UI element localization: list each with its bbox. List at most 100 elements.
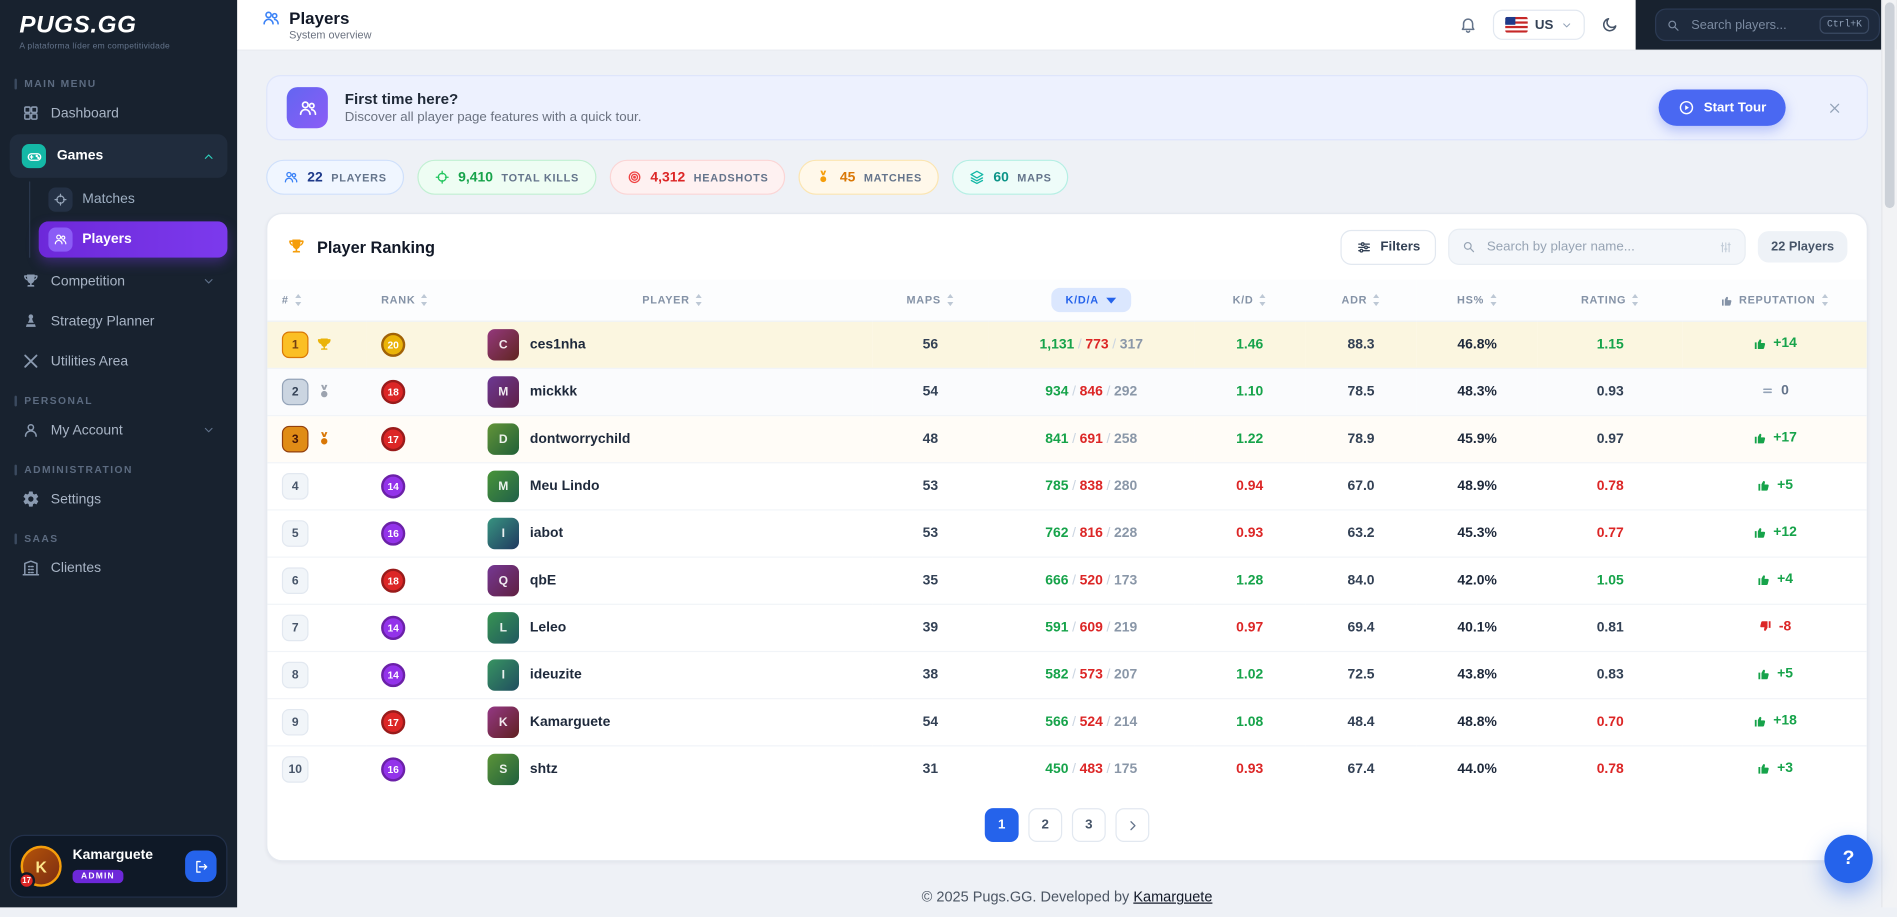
kd-cell: 0.97 [1194, 604, 1305, 651]
adr-cell: 69.4 [1305, 604, 1416, 651]
sidebar-item-clientes[interactable]: Clientes [10, 549, 228, 587]
table-row[interactable]: 1 20 C ces1nha 56 1,131/773/317 1.46 88.… [267, 321, 1866, 368]
players-icon [297, 97, 318, 118]
col-player[interactable]: PLAYER [473, 279, 872, 321]
page-button-3[interactable]: 3 [1072, 808, 1106, 842]
locale-selector[interactable]: US [1493, 10, 1585, 40]
reputation-value: +3 [1777, 760, 1793, 775]
col-reputation[interactable]: REPUTATION [1683, 279, 1867, 321]
sort-icon [1372, 294, 1380, 306]
col-hs[interactable]: HS% [1417, 279, 1538, 321]
filters-button[interactable]: Filters [1340, 229, 1436, 264]
help-button[interactable]: ? [1824, 835, 1872, 883]
logout-button[interactable] [185, 850, 216, 881]
stat-label: TOTAL KILLS [501, 171, 579, 183]
user-card[interactable]: K 17 Kamarguete ADMIN [10, 835, 228, 898]
start-tour-button[interactable]: Start Tour [1659, 90, 1786, 126]
reputation-cell: +4 [1757, 572, 1793, 587]
rating-cell: 1.05 [1538, 557, 1683, 604]
player-name[interactable]: Kamarguete [530, 715, 610, 730]
page-scrollbar[interactable] [1881, 0, 1897, 907]
rating-cell: 0.70 [1538, 699, 1683, 746]
table-row[interactable]: 4 14 M Meu Lindo 53 785/838/280 0.94 67.… [267, 463, 1866, 510]
col-position[interactable]: # [267, 279, 366, 321]
adr-cell: 72.5 [1305, 651, 1416, 698]
sidebar-item-players[interactable]: Players [39, 221, 228, 257]
player-name[interactable]: mickkk [530, 385, 577, 400]
stat-maps[interactable]: 60 MAPS [952, 160, 1068, 195]
players-icon [261, 8, 280, 27]
sidebar-item-strategy-planner[interactable]: Strategy Planner [10, 302, 228, 340]
dark-mode-toggle[interactable] [1601, 16, 1619, 34]
player-search-input[interactable] [1484, 238, 1710, 255]
col-maps[interactable]: MAPS [872, 279, 988, 321]
stat-players[interactable]: 22 PLAYERS [266, 160, 404, 195]
rank-cell: 17 [367, 699, 473, 746]
global-search-input[interactable] [1689, 16, 1811, 33]
medal-icon [316, 384, 333, 401]
app-logo[interactable]: PUGS.GG A plataforma líder em competitiv… [0, 0, 237, 60]
table-row[interactable]: 6 18 Q qbE 35 666/520/173 1.28 84.0 42.0… [267, 557, 1866, 604]
player-name[interactable]: Meu Lindo [530, 479, 600, 494]
col-adr[interactable]: ADR [1305, 279, 1416, 321]
notifications-button[interactable] [1459, 16, 1477, 34]
close-banner-button[interactable] [1827, 100, 1843, 116]
player-name[interactable]: ideuzite [530, 668, 582, 683]
locale-label: US [1535, 18, 1553, 33]
sidebar-item-dashboard[interactable]: Dashboard [10, 94, 228, 132]
kd-cell: 1.46 [1194, 321, 1305, 368]
global-search[interactable]: Ctrl+K [1655, 8, 1880, 41]
stat-headshots[interactable]: 4,312 HEADSHOTS [609, 160, 785, 195]
col-kda[interactable]: K/D/A [988, 279, 1194, 321]
player-cell: L Leleo [473, 604, 872, 651]
kda-cell: 762/816/228 [988, 510, 1194, 557]
col-kd[interactable]: K/D [1194, 279, 1305, 321]
col-rank[interactable]: RANK [367, 279, 473, 321]
player-name[interactable]: Leleo [530, 621, 566, 636]
rank-cell: 14 [367, 651, 473, 698]
table-row[interactable]: 3 17 D dontworrychild 48 841/691/258 1.2… [267, 416, 1866, 463]
player-name[interactable]: ces1nha [530, 338, 586, 353]
stat-matches[interactable]: 45 MATCHES [799, 160, 939, 195]
position-badge: 9 [282, 709, 309, 736]
kda-cell: 934/846/292 [988, 368, 1194, 415]
position-badge: 1 [282, 331, 309, 358]
player-cell: M mickkk [473, 368, 872, 415]
stat-total-kills[interactable]: 9,410 TOTAL KILLS [417, 160, 596, 195]
sidebar-item-games[interactable]: Games [10, 134, 228, 178]
player-search[interactable] [1448, 229, 1746, 265]
position-badge: 8 [282, 662, 309, 689]
player-name[interactable]: shtz [530, 762, 558, 777]
scrollbar-thumb[interactable] [1885, 2, 1895, 208]
sidebar-item-label: Players [82, 232, 132, 247]
sort-icon [695, 294, 703, 306]
sidebar-item-my-account[interactable]: My Account [10, 411, 228, 449]
player-name[interactable]: qbE [530, 573, 556, 588]
sort-icon [294, 294, 302, 306]
table-row[interactable]: 9 17 K Kamarguete 54 566/524/214 1.08 48… [267, 699, 1866, 746]
table-row[interactable]: 10 16 S shtz 31 450/483/175 0.93 67.4 44… [267, 746, 1866, 793]
rank-cell: 16 [367, 510, 473, 557]
player-cell: K Kamarguete [473, 699, 872, 746]
sidebar-item-utilities-area[interactable]: Utilities Area [10, 342, 228, 380]
target-icon [626, 169, 642, 185]
table-row[interactable]: 5 16 I iabot 53 762/816/228 0.93 63.2 45… [267, 510, 1866, 557]
developer-link[interactable]: Kamarguete [1133, 888, 1212, 905]
player-avatar: I [488, 659, 519, 690]
col-rating[interactable]: RATING [1538, 279, 1683, 321]
sidebar-item-matches[interactable]: Matches [39, 181, 228, 217]
table-row[interactable]: 7 14 L Leleo 39 591/609/219 0.97 69.4 40… [267, 604, 1866, 651]
sidebar-item-settings[interactable]: Settings [10, 480, 228, 518]
section-accent-bar [15, 78, 17, 89]
page-button-1[interactable]: 1 [985, 808, 1019, 842]
next-page-button[interactable] [1115, 808, 1149, 842]
table-row[interactable]: 8 14 I ideuzite 38 582/573/207 1.02 72.5… [267, 651, 1866, 698]
sidebar-item-competition[interactable]: Competition [10, 263, 228, 301]
page-button-2[interactable]: 2 [1028, 808, 1062, 842]
player-name[interactable]: iabot [530, 526, 563, 541]
table-row[interactable]: 2 18 M mickkk 54 934/846/292 1.10 78.5 4… [267, 368, 1866, 415]
player-name[interactable]: dontworrychild [530, 432, 630, 447]
sliders-icon [1356, 239, 1372, 255]
position-cell: 9 [267, 699, 366, 746]
reputation-value: +5 [1777, 666, 1793, 681]
